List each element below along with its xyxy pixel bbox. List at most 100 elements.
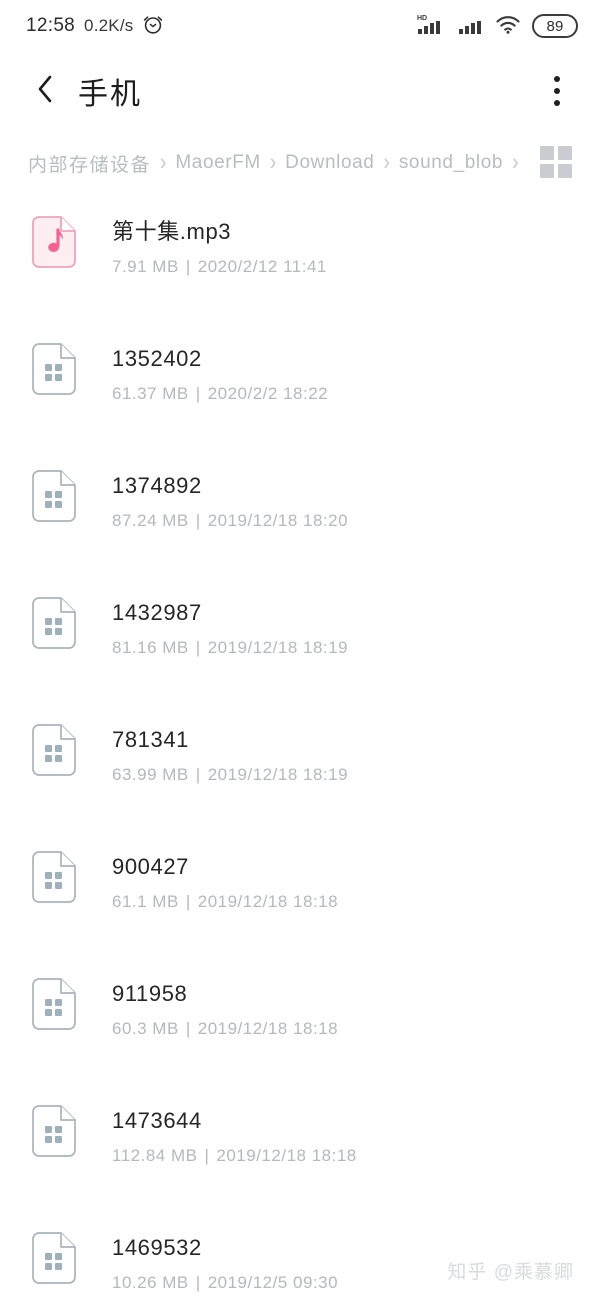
breadcrumb-item-download[interactable]: Download — [285, 152, 374, 174]
file-details: 60.3 MB | 2019/12/18 18:18 — [112, 1019, 338, 1039]
file-modified-date: 2019/12/18 18:20 — [207, 510, 349, 530]
generic-file-icon — [28, 1103, 78, 1159]
file-name: 1352402 — [112, 346, 202, 371]
generic-file-icon — [28, 976, 78, 1032]
signal-bars-icon — [458, 12, 484, 41]
grid-cell — [540, 164, 554, 178]
file-modified-date: 2019/12/18 18:18 — [197, 891, 339, 911]
network-speed-label: 0.2K/s — [84, 16, 134, 35]
breadcrumb-item-maoerfm[interactable]: MaoerFM — [175, 152, 261, 174]
generic-file-icon — [28, 722, 78, 778]
file-details-separator: | — [195, 1272, 201, 1292]
file-details-separator: | — [195, 764, 201, 784]
file-details-separator: | — [195, 637, 201, 657]
file-details: 61.1 MB | 2019/12/18 18:18 — [112, 892, 338, 912]
kebab-dot — [554, 88, 560, 94]
grid-view-icon[interactable] — [540, 146, 574, 180]
file-details-separator: | — [185, 256, 191, 276]
status-bar-left: 12:58 0.2K/s — [26, 13, 164, 40]
file-details-separator: | — [195, 510, 201, 530]
file-size: 60.3 MB — [112, 1018, 179, 1038]
file-list-item[interactable]: 1352402 61.37 MB | 2020/2/2 18:22 — [0, 335, 600, 462]
breadcrumb-separator-icon: › — [269, 149, 277, 176]
file-size: 81.16 MB — [112, 637, 189, 657]
file-list-item[interactable]: 1473644 112.84 MB | 2019/12/18 18:18 — [0, 1097, 600, 1224]
file-modified-date: 2019/12/5 09:30 — [207, 1272, 339, 1292]
file-size: 61.37 MB — [112, 383, 189, 403]
wifi-icon — [495, 13, 521, 40]
file-details: 112.84 MB | 2019/12/18 18:18 — [112, 1146, 357, 1166]
file-name: 1432987 — [112, 600, 202, 625]
file-size: 61.1 MB — [112, 891, 179, 911]
file-details-separator: | — [195, 383, 201, 403]
file-list-item[interactable]: 1374892 87.24 MB | 2019/12/18 18:20 — [0, 462, 600, 589]
breadcrumb-item-root[interactable]: 内部存储设备 — [28, 150, 151, 177]
kebab-dot — [554, 100, 560, 106]
file-list[interactable]: 第十集.mp3 7.91 MB | 2020/2/12 11:41 1352402 61.… — [0, 196, 600, 1300]
back-button[interactable] — [34, 71, 64, 111]
generic-file-icon — [28, 341, 78, 397]
file-size: 10.26 MB — [112, 1272, 189, 1292]
generic-file-icon — [28, 468, 78, 524]
file-details: 87.24 MB | 2019/12/18 18:20 — [112, 511, 348, 531]
breadcrumb-separator-icon: › — [383, 149, 390, 176]
file-details: 81.16 MB | 2019/12/18 18:19 — [112, 638, 348, 658]
file-list-item[interactable]: 第十集.mp3 7.91 MB | 2020/2/12 11:41 — [0, 208, 600, 335]
app-bar: 手机 — [0, 52, 600, 130]
file-list-item[interactable]: 900427 61.1 MB | 2019/12/18 18:18 — [0, 843, 600, 970]
file-modified-date: 2020/2/2 18:22 — [207, 383, 329, 403]
file-meta: 1473644 112.84 MB | 2019/12/18 18:18 — [112, 1097, 357, 1166]
file-list-item[interactable]: 911958 60.3 MB | 2019/12/18 18:18 — [0, 970, 600, 1097]
file-modified-date: 2020/2/12 11:41 — [197, 256, 327, 276]
file-details: 63.99 MB | 2019/12/18 18:19 — [112, 765, 348, 785]
file-size: 87.24 MB — [112, 510, 189, 530]
file-name: 1473644 — [112, 1108, 202, 1133]
file-name: 1374892 — [112, 473, 202, 498]
status-bar: 12:58 0.2K/s HD 89 — [0, 0, 600, 52]
grid-cell — [558, 164, 572, 178]
page-title: 手机 — [78, 78, 142, 111]
file-size: 112.84 MB — [112, 1145, 198, 1165]
more-vertical-icon[interactable] — [540, 71, 574, 111]
file-details: 10.26 MB | 2019/12/5 09:30 — [112, 1273, 338, 1293]
chevron-left-icon — [34, 73, 56, 110]
file-size: 7.91 MB — [112, 256, 179, 276]
file-meta: 1374892 87.24 MB | 2019/12/18 18:20 — [112, 462, 348, 531]
watermark-label: 知乎 @乘慕卿 — [447, 1262, 574, 1283]
file-meta: 900427 61.1 MB | 2019/12/18 18:18 — [112, 843, 338, 912]
breadcrumb-separator-icon: › — [160, 149, 167, 176]
file-name: 1469532 — [112, 1235, 202, 1260]
file-details: 61.37 MB | 2020/2/2 18:22 — [112, 384, 328, 404]
breadcrumb-item-sound-blob[interactable]: sound_blob — [399, 152, 503, 174]
svg-text:HD: HD — [417, 15, 427, 22]
file-details-separator: | — [204, 1145, 210, 1165]
file-details-separator: | — [185, 1018, 191, 1038]
battery-indicator: 89 — [532, 14, 578, 38]
file-details-separator: | — [185, 891, 191, 911]
alarm-clock-icon — [142, 13, 164, 40]
file-meta: 1469532 10.26 MB | 2019/12/5 09:30 — [112, 1224, 338, 1293]
status-clock: 12:58 — [26, 15, 76, 36]
file-list-item[interactable]: 781341 63.99 MB | 2019/12/18 18:19 — [0, 716, 600, 843]
grid-cell — [540, 146, 554, 160]
music-file-icon — [28, 214, 78, 270]
status-bar-right: HD 89 — [417, 12, 578, 41]
file-name: 911958 — [112, 981, 188, 1006]
breadcrumb-separator-icon: › — [512, 149, 519, 176]
file-name: 900427 — [112, 854, 190, 879]
file-modified-date: 2019/12/18 18:19 — [207, 764, 349, 784]
breadcrumb-bar: 内部存储设备 › MaoerFM › Download › sound_blob… — [0, 130, 600, 196]
generic-file-icon — [28, 849, 78, 905]
signal-bars-hd-icon: HD — [417, 12, 447, 41]
file-meta: 911958 60.3 MB | 2019/12/18 18:18 — [112, 970, 338, 1039]
file-meta: 第十集.mp3 7.91 MB | 2020/2/12 11:41 — [112, 208, 327, 277]
file-name: 第十集.mp3 — [112, 219, 232, 244]
file-meta: 1432987 81.16 MB | 2019/12/18 18:19 — [112, 589, 348, 658]
file-name: 781341 — [112, 727, 190, 752]
file-size: 63.99 MB — [112, 764, 189, 784]
file-meta: 781341 63.99 MB | 2019/12/18 18:19 — [112, 716, 348, 785]
file-list-item[interactable]: 1432987 81.16 MB | 2019/12/18 18:19 — [0, 589, 600, 716]
file-modified-date: 2019/12/18 18:19 — [207, 637, 349, 657]
battery-level-label: 89 — [546, 17, 564, 35]
file-details: 7.91 MB | 2020/2/12 11:41 — [112, 257, 327, 277]
